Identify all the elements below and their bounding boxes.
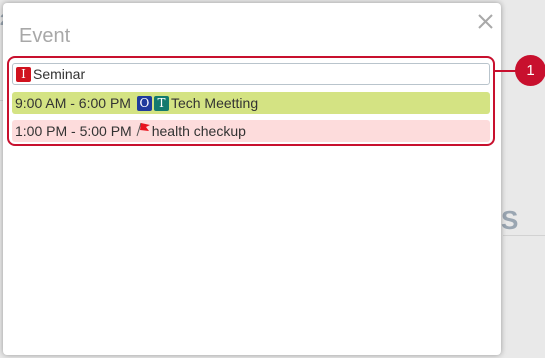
popup-title: Event <box>19 25 71 47</box>
annotation-connector <box>495 70 517 72</box>
close-button[interactable] <box>475 11 497 33</box>
close-icon <box>478 14 493 29</box>
background-fragment: S <box>501 205 519 235</box>
background-divider <box>503 235 545 236</box>
annotation-highlight-box <box>7 56 495 146</box>
annotation-badge: 1 <box>515 55 545 86</box>
